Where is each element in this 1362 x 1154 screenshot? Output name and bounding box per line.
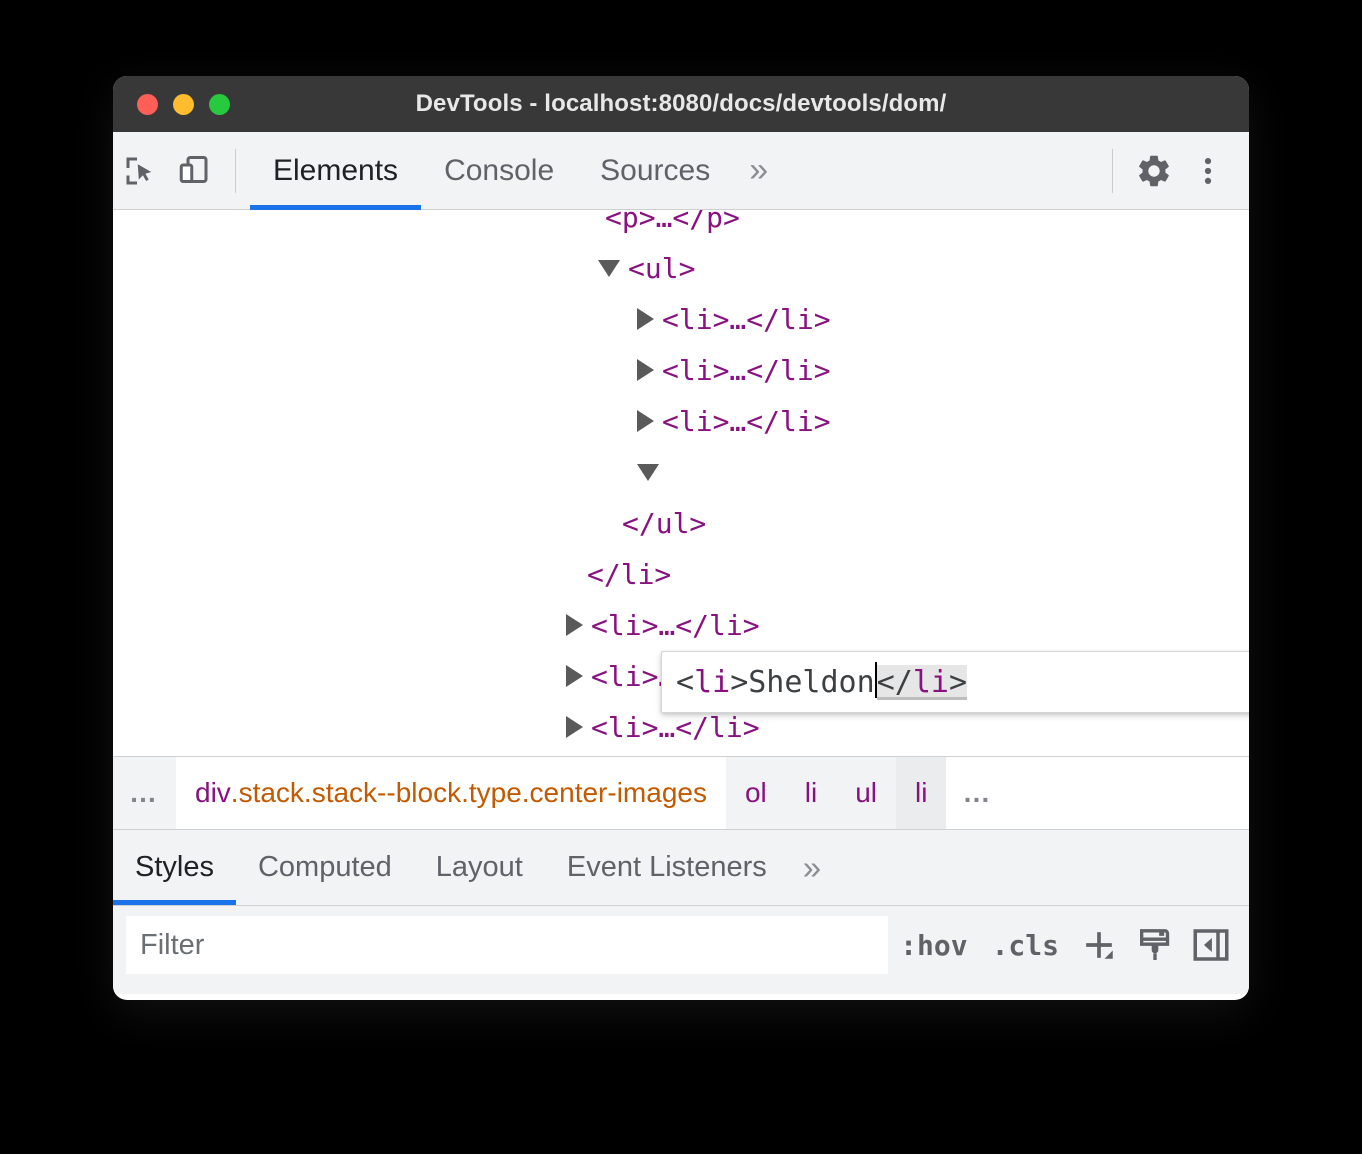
close-window-button[interactable]: [137, 93, 158, 115]
more-panels-chevron-icon[interactable]: »: [733, 132, 784, 210]
tab-layout[interactable]: Layout: [414, 830, 545, 905]
more-styles-tabs-chevron-icon[interactable]: »: [789, 830, 835, 905]
edit-text-value: Sheldon: [748, 664, 875, 700]
inspect-element-icon[interactable]: [113, 144, 167, 198]
tab-computed[interactable]: Computed: [236, 830, 414, 905]
breadcrumb-item-li-outer[interactable]: li: [786, 757, 836, 829]
devtools-window: DevTools - localhost:8080/docs/devtools/…: [113, 76, 1249, 1000]
dom-row-li-2[interactable]: <li>…</li>: [113, 345, 1249, 396]
dom-row-ul-close[interactable]: </ul>: [113, 498, 1249, 549]
dom-row-li-editing[interactable]: [113, 447, 1249, 498]
breadcrumb-overflow-left[interactable]: …: [113, 757, 176, 829]
edit-selected-close-tag: </li>: [876, 664, 967, 700]
tab-elements[interactable]: Elements: [250, 132, 422, 210]
dom-row-text: <p>…</p>: [605, 210, 740, 234]
tab-styles[interactable]: Styles: [113, 830, 236, 905]
dom-row-text: </li>: [587, 558, 672, 591]
expand-triangle-closed-icon[interactable]: [637, 308, 654, 330]
dom-row-text: <li>…</li>: [662, 303, 831, 336]
expand-triangle-closed-icon[interactable]: [566, 614, 583, 636]
devtools-main-toolbar: Elements Console Sources »: [113, 132, 1249, 210]
dom-row-text: <li>…</li>: [662, 405, 831, 438]
tab-console[interactable]: Console: [421, 132, 577, 210]
screenshot-stage: DevTools - localhost:8080/docs/devtools/…: [0, 0, 1362, 1154]
tab-sources[interactable]: Sources: [577, 132, 733, 210]
breadcrumb-item-ul[interactable]: ul: [836, 757, 896, 829]
element-classes-button[interactable]: .cls: [980, 916, 1071, 974]
dom-row-text: </ul>: [622, 507, 707, 540]
breadcrumb-overflow-right[interactable]: …: [946, 757, 1249, 829]
dom-row-li-close[interactable]: </li>: [113, 549, 1249, 600]
window-titlebar: DevTools - localhost:8080/docs/devtools/…: [113, 76, 1249, 132]
edit-close-lt: </: [876, 664, 913, 700]
dom-row-text: <li>…</li>: [591, 711, 760, 744]
styles-pane-toolbar: Filter :hov .cls: [113, 906, 1249, 984]
breadcrumb-tagname: div: [195, 777, 231, 808]
expand-triangle-open-icon[interactable]: [598, 259, 620, 277]
text-caret: [874, 662, 877, 698]
breadcrumb-item-div[interactable]: div .stack.stack--block.type.center-image…: [176, 757, 726, 829]
edit-open-tagname: li: [694, 664, 731, 700]
paintbrush-icon[interactable]: [1127, 916, 1183, 974]
toolbar-divider-right: [1112, 148, 1113, 193]
expand-triangle-closed-icon[interactable]: [637, 410, 654, 432]
dom-inline-edit-input[interactable]: < li > Sheldon </li>: [661, 651, 1249, 713]
edit-open-gt: >: [730, 664, 749, 700]
dom-row-text: <ul>: [628, 252, 696, 285]
toggle-element-state-button[interactable]: :hov: [888, 916, 979, 974]
device-toolbar-icon[interactable]: [167, 144, 221, 198]
expand-triangle-closed-icon[interactable]: [566, 665, 583, 687]
dom-row-li-1[interactable]: <li>…</li>: [113, 294, 1249, 345]
breadcrumb-item-ol[interactable]: ol: [726, 757, 786, 829]
dom-row-li-4[interactable]: <li>…</li>: [113, 600, 1249, 651]
kebab-menu-icon[interactable]: [1181, 144, 1235, 198]
dom-row-li-3[interactable]: <li>…</li>: [113, 396, 1249, 447]
edit-close-gt: >: [948, 664, 967, 700]
styles-filter-input[interactable]: Filter: [126, 916, 889, 974]
traffic-light-group: [137, 76, 230, 132]
plus-new-style-rule-icon[interactable]: [1071, 916, 1127, 974]
window-title: DevTools - localhost:8080/docs/devtools/…: [415, 90, 947, 117]
breadcrumb-classes: .stack.stack--block.type.center-images: [230, 777, 707, 808]
breadcrumb-item-li-current[interactable]: li: [896, 757, 947, 829]
dom-row-text: <li>…</li>: [662, 354, 831, 387]
dom-tree-view[interactable]: <p>…</p> <ul> <li>…</li> <li>…</li> <li>…: [113, 210, 1249, 756]
dom-row-text: <li>…</li>: [591, 609, 760, 642]
breadcrumb: … div .stack.stack--block.type.center-ima…: [113, 756, 1249, 830]
panel-tab-strip: Elements Console Sources »: [250, 132, 1098, 210]
expand-triangle-closed-icon[interactable]: [637, 359, 654, 381]
styles-pane-tab-strip: Styles Computed Layout Event Listeners »: [113, 830, 1249, 906]
edit-open-lt: <: [676, 664, 695, 700]
tab-event-listeners[interactable]: Event Listeners: [545, 830, 789, 905]
gear-icon[interactable]: [1127, 144, 1181, 198]
dom-row-ul-open[interactable]: <ul>: [113, 243, 1249, 294]
expand-triangle-open-icon[interactable]: [637, 463, 659, 481]
minimize-window-button[interactable]: [173, 93, 194, 115]
toggle-sidebar-icon[interactable]: [1183, 916, 1239, 974]
styles-pane-body: [113, 984, 1249, 994]
zoom-window-button[interactable]: [209, 93, 230, 115]
expand-triangle-closed-icon[interactable]: [566, 716, 583, 738]
toolbar-divider: [235, 148, 236, 193]
toolbar-right-group: [1098, 144, 1249, 198]
edit-close-tagname: li: [912, 664, 949, 700]
dom-row-p[interactable]: <p>…</p>: [113, 210, 1249, 243]
